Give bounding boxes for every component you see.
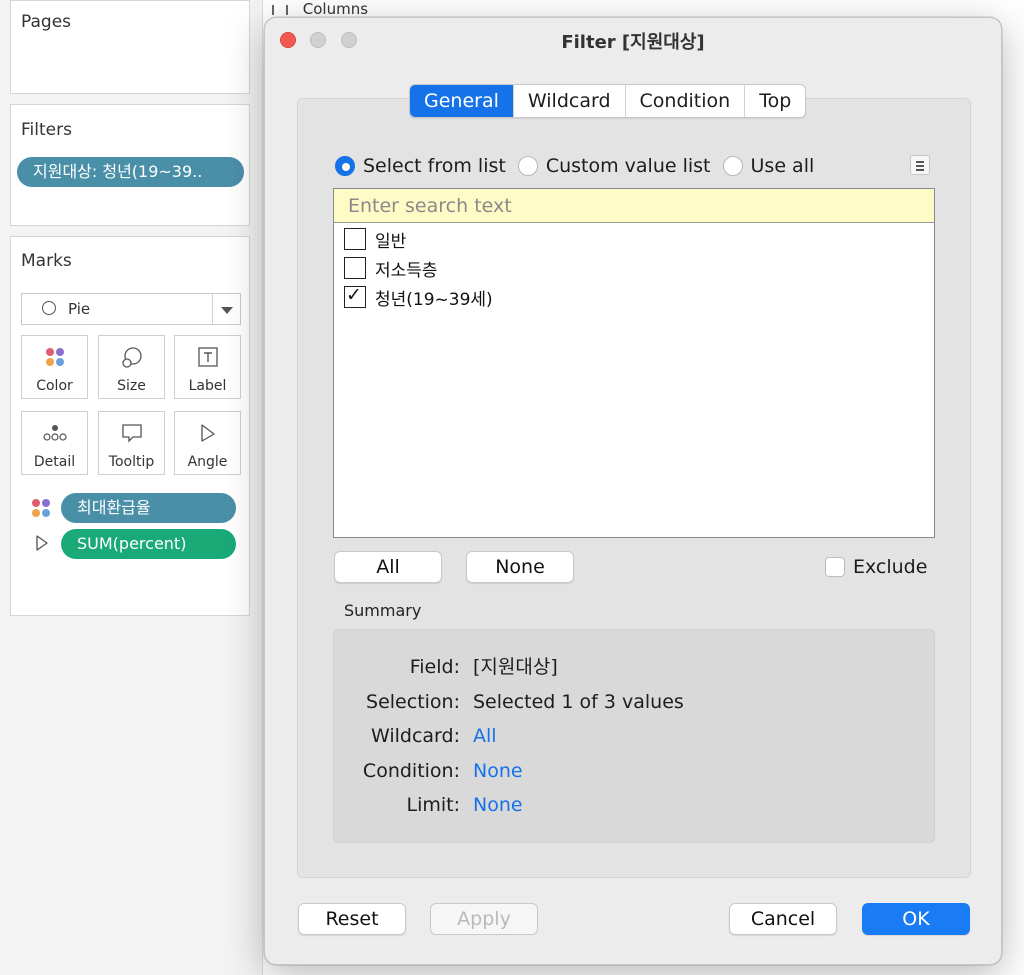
- pages-card: Pages: [10, 0, 250, 94]
- color-dots-icon: [22, 346, 87, 370]
- pie-icon: [42, 301, 56, 315]
- summary-link-wildcard[interactable]: All: [473, 723, 497, 749]
- color-label: Color: [36, 378, 73, 394]
- angle-button[interactable]: Angle: [174, 411, 241, 475]
- angle-label: Angle: [187, 454, 228, 470]
- detail-label: Detail: [33, 454, 76, 470]
- angle-icon: [175, 422, 240, 446]
- radio-label-custom-value-list[interactable]: Custom value list: [546, 155, 711, 177]
- radio-label-select-from-list[interactable]: Select from list: [363, 155, 506, 177]
- tooltip-icon: [99, 422, 164, 446]
- dropdown-divider: [212, 294, 213, 324]
- filters-card[interactable]: Filters 지원대상: 청년(19~39..: [10, 104, 250, 226]
- summary-row-condition: Condition: None: [334, 758, 523, 784]
- list-item[interactable]: 일반: [344, 226, 406, 252]
- summary-row-selection: Selection: Selected 1 of 3 values: [334, 689, 684, 715]
- color-button[interactable]: Color: [21, 335, 88, 399]
- search-input[interactable]: Enter search text: [334, 189, 934, 223]
- apply-button[interactable]: Apply: [430, 903, 538, 935]
- tooltip-button[interactable]: Tooltip: [98, 411, 165, 475]
- size-button[interactable]: Size: [98, 335, 165, 399]
- reset-button[interactable]: Reset: [298, 903, 406, 935]
- list-item[interactable]: ✓ 청년(19~39세): [344, 284, 493, 310]
- radio-select-from-list[interactable]: [335, 156, 355, 176]
- label-button[interactable]: Label: [174, 335, 241, 399]
- cancel-button[interactable]: Cancel: [729, 903, 837, 935]
- label-text-icon: [175, 346, 240, 370]
- radio-custom-value-list[interactable]: [517, 156, 538, 176]
- tab-condition[interactable]: Condition: [624, 85, 745, 117]
- none-button[interactable]: None: [466, 551, 574, 583]
- summary-row-field: Field: [지원대상]: [334, 654, 558, 680]
- summary-value: Selected 1 of 3 values: [473, 691, 684, 713]
- summary-key: Wildcard:: [370, 725, 460, 747]
- summary-key: Selection:: [366, 691, 460, 713]
- mark-type-dropdown[interactable]: Pie: [21, 293, 241, 325]
- summary-title: Summary: [344, 601, 422, 620]
- marks-title: Marks: [21, 251, 72, 271]
- chevron-down-icon: [221, 307, 233, 314]
- exclude-toggle[interactable]: Exclude: [825, 556, 927, 578]
- filters-title: Filters: [21, 120, 72, 140]
- checkmark-icon: ✓: [346, 284, 362, 306]
- tooltip-label: Tooltip: [108, 454, 155, 470]
- tab-wildcard[interactable]: Wildcard: [512, 85, 625, 117]
- filter-tabs: General Wildcard Condition Top: [409, 84, 807, 118]
- tab-general[interactable]: General: [410, 85, 513, 117]
- filter-pill[interactable]: 지원대상: 청년(19~39..: [17, 157, 244, 187]
- summary-row-wildcard: Wildcard: All: [334, 723, 497, 749]
- item-label: 일반: [375, 231, 407, 252]
- dialog-title: Filter [지원대상]: [561, 32, 705, 53]
- item-checkbox[interactable]: [344, 257, 366, 279]
- exclude-label: Exclude: [853, 556, 928, 578]
- mark-type-label: Pie: [68, 300, 91, 318]
- item-checkbox-checked[interactable]: ✓: [344, 284, 366, 308]
- item-label: 청년(19~39세): [375, 289, 493, 310]
- exclude-checkbox[interactable]: [825, 557, 845, 577]
- ok-button[interactable]: OK: [862, 903, 970, 935]
- mark-pill-color[interactable]: 최대환급율: [61, 493, 236, 523]
- columns-shelf: Columns: [272, 0, 368, 18]
- summary-link-condition[interactable]: None: [473, 758, 523, 784]
- item-label: 저소득층: [375, 260, 438, 281]
- selection-mode-radios: Select from list Custom value list Use a…: [335, 151, 826, 181]
- label-label: Label: [188, 378, 227, 394]
- radio-use-all[interactable]: [722, 156, 743, 176]
- summary-panel: Field: [지원대상] Selection: Selected 1 of 3…: [333, 629, 935, 843]
- list-item[interactable]: 저소득층: [344, 255, 438, 281]
- color-dots-icon: [30, 497, 52, 523]
- pages-title: Pages: [21, 12, 72, 32]
- summary-key: Condition:: [362, 760, 460, 782]
- summary-row-limit: Limit: None: [334, 792, 523, 818]
- detail-dots-icon: [22, 422, 87, 446]
- filter-dialog: Filter [지원대상] General Wildcard Condition…: [264, 17, 1002, 965]
- columns-icon: [272, 4, 288, 15]
- radio-label-use-all[interactable]: Use all: [751, 155, 815, 177]
- item-checkbox[interactable]: [344, 228, 366, 250]
- detail-button[interactable]: Detail: [21, 411, 88, 475]
- summary-value: [지원대상]: [473, 656, 558, 678]
- all-button[interactable]: All: [334, 551, 442, 583]
- dialog-titlebar: Filter [지원대상]: [265, 18, 1001, 62]
- columns-label: Columns: [302, 0, 369, 18]
- summary-key: Field:: [409, 656, 460, 678]
- values-list: Enter search text 일반 저소득층 ✓ 청년(19~39세): [333, 188, 935, 538]
- tab-top[interactable]: Top: [744, 85, 805, 117]
- summary-link-limit[interactable]: None: [473, 792, 523, 818]
- angle-icon: [33, 534, 51, 556]
- size-icon: [99, 346, 164, 370]
- marks-card: Marks Pie Color Size Label Detail Toolti…: [10, 236, 250, 616]
- size-label: Size: [117, 378, 146, 394]
- mark-pill-angle[interactable]: SUM(percent): [61, 529, 236, 559]
- summary-key: Limit:: [406, 794, 460, 816]
- list-menu-icon[interactable]: [910, 155, 930, 175]
